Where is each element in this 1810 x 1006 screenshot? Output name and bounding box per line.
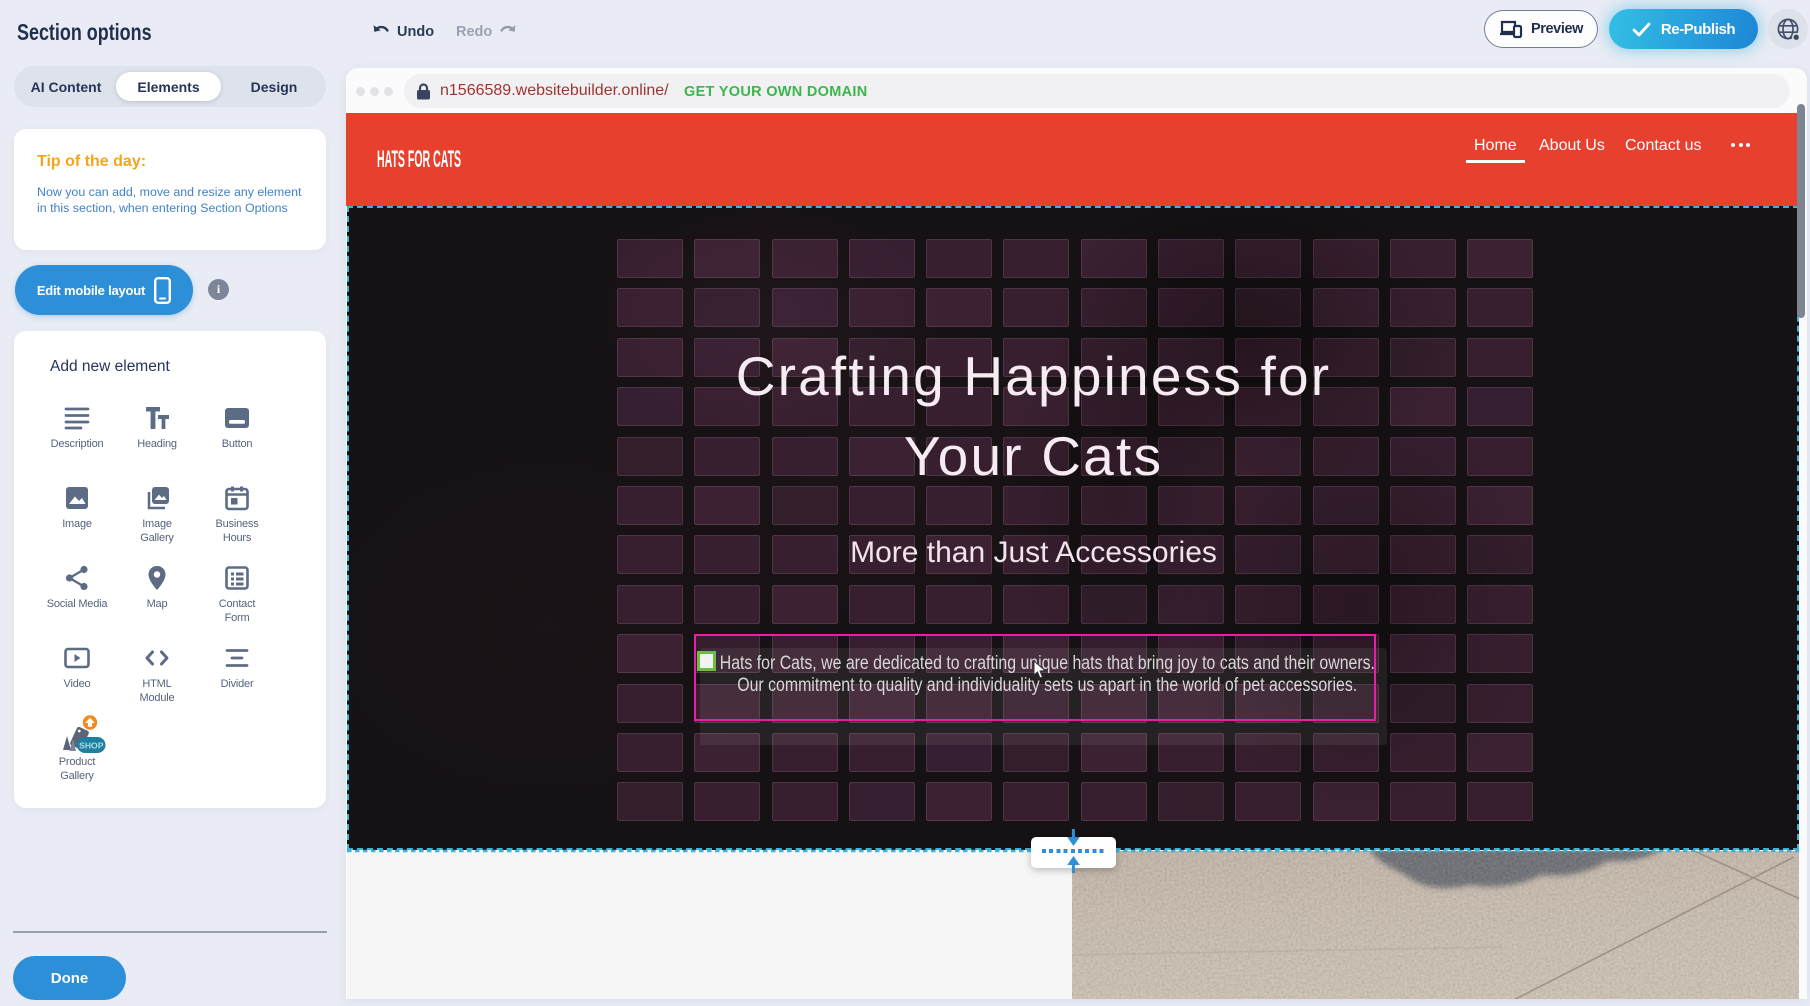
svg-text:SHOP: SHOP — [79, 741, 104, 751]
